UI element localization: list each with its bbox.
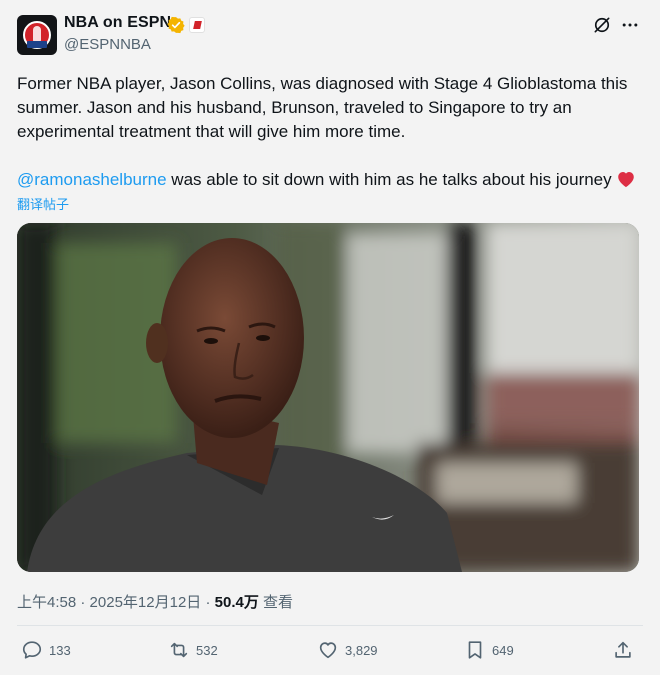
meta-separator-2: ·	[201, 594, 215, 611]
tweet-text-continuation: was able to sit down with him as he talk…	[166, 170, 612, 189]
bookmark-icon	[468, 641, 482, 659]
share-icon	[615, 641, 631, 658]
retweet-button[interactable]: 532	[168, 636, 218, 664]
bookmark-button[interactable]: 649	[464, 636, 514, 664]
like-count: 3,829	[345, 642, 378, 658]
views-label: 查看	[263, 594, 294, 611]
author-handle[interactable]: @ESPNNBA	[64, 36, 151, 53]
heart-icon	[319, 642, 337, 659]
reply-count: 133	[49, 642, 71, 658]
reply-icon	[22, 641, 42, 659]
tweet-date[interactable]: 2025年12月12日	[90, 594, 202, 611]
espn-tag	[27, 41, 47, 48]
verified-badge-icon	[167, 16, 185, 34]
tweet-time[interactable]: 上午4:58	[17, 594, 76, 611]
tweet-text-mention-line: @ramonashelburne was able to sit down wi…	[17, 168, 643, 192]
red-heart-emoji-icon	[617, 172, 634, 188]
tweet-action-bar: 133 532 3,829 649	[0, 636, 660, 664]
retweet-count: 532	[196, 642, 218, 658]
author-display-name[interactable]: NBA on ESPN	[64, 14, 171, 32]
translate-post-link[interactable]: 翻译帖子	[17, 194, 69, 213]
retweet-icon	[170, 642, 188, 658]
mention-link[interactable]: @ramonashelburne	[17, 170, 167, 189]
tweet-media-video[interactable]	[17, 223, 639, 572]
views-count: 50.4万	[214, 594, 259, 611]
actions-divider	[17, 625, 643, 626]
video-thumbnail-image	[17, 223, 639, 572]
tweet-text: Former NBA player, Jason Collins, was di…	[17, 74, 628, 141]
more-horizontal-icon[interactable]	[620, 15, 640, 35]
grok-icon[interactable]	[592, 15, 612, 35]
like-button[interactable]: 3,829	[317, 636, 378, 664]
reply-button[interactable]: 133	[21, 636, 71, 664]
bookmark-count: 649	[492, 642, 514, 658]
share-button[interactable]	[612, 636, 634, 664]
meta-separator: ·	[76, 594, 90, 611]
tweet-meta: 上午4:58 · 2025年12月12日 · 50.4万 查看	[17, 591, 293, 612]
author-avatar[interactable]	[17, 15, 57, 55]
espn-affiliate-icon[interactable]	[189, 17, 205, 33]
